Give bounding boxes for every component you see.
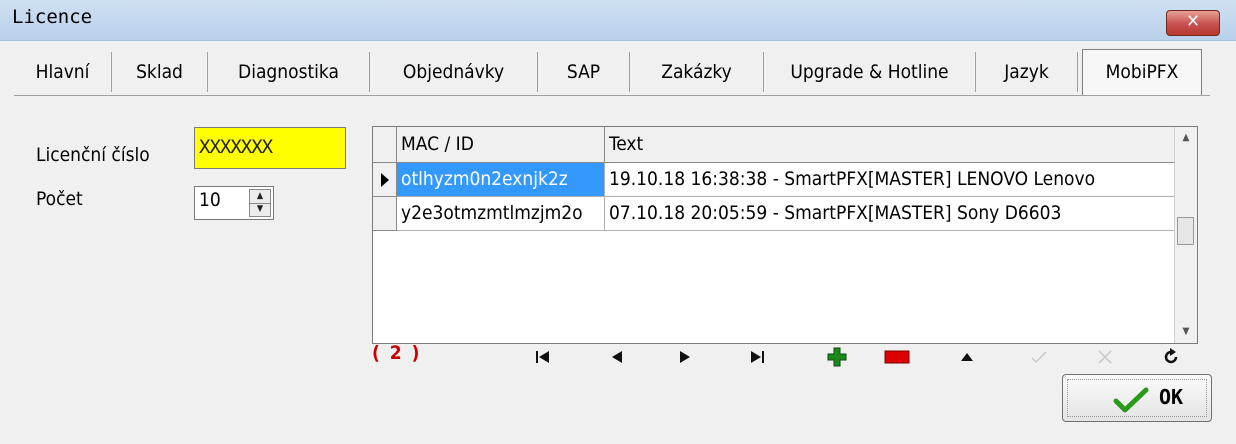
last-record-icon (751, 351, 764, 363)
next-record-button[interactable] (672, 344, 698, 370)
licence-number-label: Licenční číslo (36, 144, 150, 166)
current-row-icon (381, 173, 389, 187)
tab-sklad[interactable]: Sklad (112, 52, 208, 92)
licence-grid[interactable]: MAC / ID Text otlhyzm0n2exnjk2z 19.10.18… (372, 126, 1198, 344)
table-cell-text[interactable]: 07.10.18 20:05:59 - SmartPFX[MASTER] Son… (605, 197, 1175, 231)
first-record-icon (536, 351, 549, 363)
prior-record-icon (612, 351, 622, 363)
column-header-text[interactable]: Text (605, 127, 1175, 163)
table-cell-mac[interactable]: y2e3otmzmtlmzjm2o (397, 197, 605, 231)
close-icon: ✕ (1186, 11, 1200, 32)
cancel-record-button[interactable] (1092, 344, 1118, 370)
scroll-up-icon[interactable]: ▲ (1175, 127, 1197, 149)
last-record-button[interactable] (744, 344, 770, 370)
tab-sap[interactable]: SAP (538, 52, 630, 92)
spinner-buttons: ▲ ▼ (249, 189, 271, 217)
edit-record-button[interactable] (954, 344, 980, 370)
refresh-record-icon (1164, 348, 1178, 364)
insert-record-button[interactable] (824, 344, 850, 370)
refresh-record-button[interactable] (1158, 344, 1184, 370)
first-record-button[interactable] (530, 344, 556, 370)
licence-number-field[interactable]: XXXXXXX (194, 127, 346, 169)
delete-record-icon (884, 350, 910, 364)
spin-up-icon[interactable]: ▲ (250, 190, 270, 204)
close-button[interactable]: ✕ (1166, 10, 1220, 36)
tab-divider (14, 95, 1210, 96)
post-record-button[interactable] (1026, 344, 1052, 370)
grid-vertical-scrollbar[interactable]: ▲ ▼ (1174, 127, 1197, 343)
title-bar[interactable]: Licence ✕ (0, 0, 1236, 41)
licence-dialog: Licence ✕ Hlavní Sklad Diagnostika Objed… (0, 0, 1236, 444)
record-count: ( 2 ) (372, 342, 422, 364)
scroll-thumb[interactable] (1177, 217, 1194, 245)
cancel-record-icon (1098, 350, 1112, 364)
checkmark-icon (1113, 387, 1149, 413)
spin-down-icon[interactable]: ▼ (250, 203, 270, 216)
table-cell-text[interactable]: 19.10.18 16:38:38 - SmartPFX[MASTER] LEN… (605, 163, 1175, 197)
edit-record-icon (961, 353, 973, 361)
table-cell-mac[interactable]: otlhyzm0n2exnjk2z (397, 163, 605, 197)
delete-record-button[interactable] (884, 344, 910, 370)
post-record-icon (1031, 351, 1047, 364)
count-label: Počet (36, 188, 83, 210)
tab-mobipfx[interactable]: MobiPFX (1082, 49, 1202, 95)
tab-objednavky[interactable]: Objednávky (370, 52, 538, 92)
tab-bar: Hlavní Sklad Diagnostika Objednávky SAP … (14, 49, 1210, 96)
tab-upgrade-hotline[interactable]: Upgrade & Hotline (764, 52, 976, 92)
tab-jazyk[interactable]: Jazyk (976, 52, 1078, 92)
ok-label: OK (1159, 385, 1184, 409)
count-spinner[interactable]: 10 ▲ ▼ (194, 186, 274, 220)
window-title: Licence (12, 6, 93, 28)
scroll-down-icon[interactable]: ▼ (1175, 321, 1197, 343)
insert-record-icon (827, 347, 847, 367)
grid-corner (373, 127, 397, 163)
tab-diagnostika[interactable]: Diagnostika (208, 52, 370, 92)
count-value[interactable]: 10 (199, 189, 221, 211)
ok-button[interactable]: OK (1062, 374, 1212, 422)
row-indicator[interactable] (373, 197, 397, 231)
next-record-icon (680, 351, 690, 363)
prior-record-button[interactable] (604, 344, 630, 370)
tab-hlavni[interactable]: Hlavní (14, 52, 112, 92)
tab-zakazky[interactable]: Zakázky (630, 52, 764, 92)
column-header-mac[interactable]: MAC / ID (397, 127, 605, 163)
row-indicator[interactable] (373, 163, 397, 197)
